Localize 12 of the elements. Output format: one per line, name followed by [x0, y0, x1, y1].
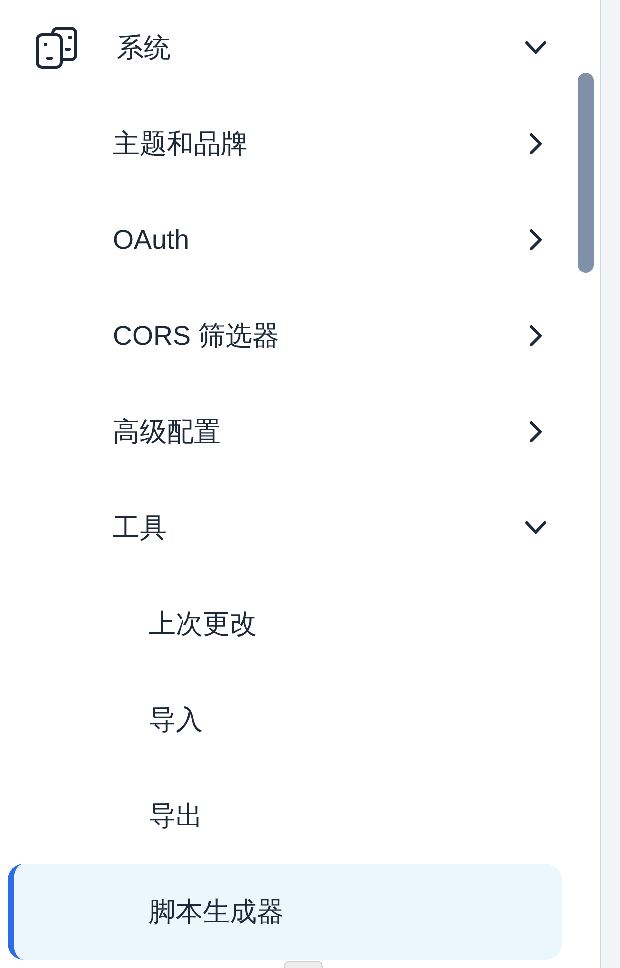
devices-icon — [36, 27, 78, 69]
nav-item[interactable]: 系统 — [8, 0, 562, 96]
scrollbar-thumb[interactable] — [578, 73, 594, 273]
nav-item[interactable]: CORS 筛选器 — [8, 288, 562, 384]
nav-item[interactable]: 导入 — [8, 672, 562, 768]
nav-item[interactable]: 主题和品牌 — [8, 96, 562, 192]
nav-item[interactable]: 脚本生成器 — [8, 864, 562, 960]
nav-item[interactable]: OAuth — [8, 192, 562, 288]
nav-item[interactable]: 导出 — [8, 768, 562, 864]
nav-item[interactable]: 上次更改 — [8, 576, 562, 672]
nav-item[interactable]: 高级配置 — [8, 384, 562, 480]
nav-item[interactable]: 工具 — [8, 480, 562, 576]
